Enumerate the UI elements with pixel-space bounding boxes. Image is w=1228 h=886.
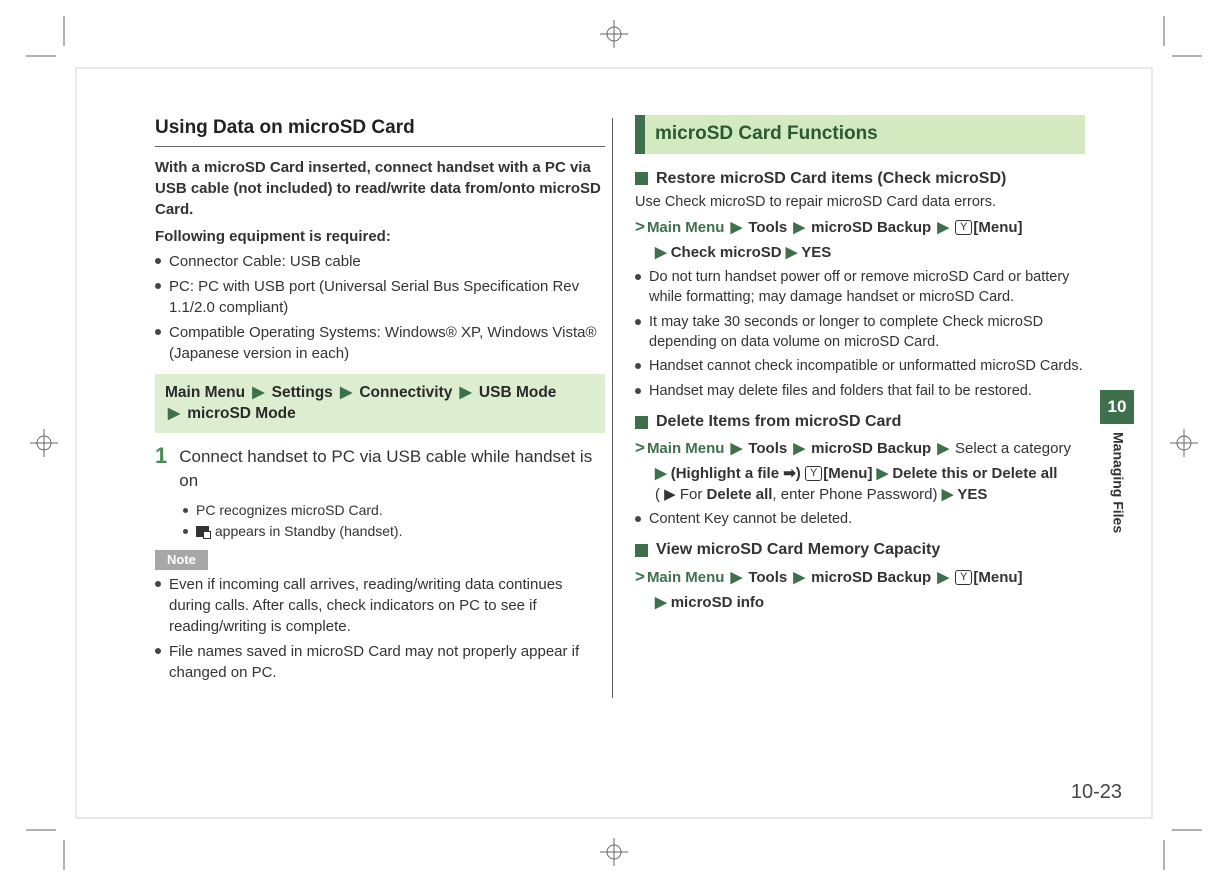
square-bullet-icon bbox=[635, 544, 648, 557]
note-item: File names saved in microSD Card may not… bbox=[169, 641, 605, 683]
equip-item: Connector Cable: USB cable bbox=[169, 251, 361, 272]
softkey-icon: Y bbox=[955, 220, 972, 235]
square-bullet-icon bbox=[635, 172, 648, 185]
list-item: Handset cannot check incompatible or unf… bbox=[649, 356, 1083, 376]
chapter-label: Managing Files bbox=[1100, 424, 1136, 541]
crumb-restore-2: ▶ Check microSD ▶ YES bbox=[655, 242, 1085, 263]
left-title: Using Data on microSD Card bbox=[155, 115, 605, 147]
equip-item: Compatible Operating Systems: Windows® X… bbox=[169, 322, 605, 364]
step-sub: PC recognizes microSD Card. bbox=[196, 501, 383, 521]
square-bullet-icon bbox=[635, 416, 648, 429]
nav-path-box: Main Menu ▶ Settings ▶ Connectivity ▶ US… bbox=[155, 374, 605, 433]
side-tab: 10 Managing Files bbox=[1100, 390, 1134, 541]
arrow-icon: ▶ bbox=[249, 384, 267, 401]
left-column: Using Data on microSD Card With a microS… bbox=[155, 115, 605, 805]
desc-restore: Use Check microSD to repair microSD Card… bbox=[635, 192, 1085, 212]
nav-item: Main Menu bbox=[165, 384, 245, 401]
column-divider bbox=[612, 118, 613, 698]
nav-item: Settings bbox=[272, 384, 333, 401]
sd-icon bbox=[196, 526, 209, 537]
subhead-restore: Restore microSD Card items (Check microS… bbox=[635, 168, 1085, 190]
restore-bullets: Do not turn handset power off or remove … bbox=[635, 267, 1085, 401]
subhead-view: View microSD Card Memory Capacity bbox=[635, 539, 1085, 561]
nav-item: microSD Mode bbox=[187, 405, 296, 422]
right-column: microSD Card Functions Restore microSD C… bbox=[625, 115, 1085, 805]
arrow-icon: ▶ bbox=[165, 405, 183, 422]
list-item: Do not turn handset power off or remove … bbox=[649, 267, 1085, 308]
page-number: 10-23 bbox=[1071, 778, 1122, 806]
section-banner: microSD Card Functions bbox=[635, 115, 1085, 154]
softkey-icon: Y bbox=[805, 466, 822, 481]
intro-2: Following equipment is required: bbox=[155, 226, 605, 247]
arrow-icon: ▶ bbox=[337, 384, 355, 401]
equipment-list: Connector Cable: USB cable PC: PC with U… bbox=[155, 251, 605, 364]
chapter-number: 10 bbox=[1100, 390, 1134, 424]
crumb-delete-2: ▶ (Highlight a file ➡) Y[Menu] ▶ Delete … bbox=[655, 463, 1085, 484]
nav-item: USB Mode bbox=[479, 384, 557, 401]
arrow-icon: ▶ bbox=[457, 384, 475, 401]
equip-item: PC: PC with USB port (Universal Serial B… bbox=[169, 276, 605, 318]
intro-1: With a microSD Card inserted, connect ha… bbox=[155, 157, 605, 220]
list-item: It may take 30 seconds or longer to comp… bbox=[649, 312, 1085, 353]
list-item: Handset may delete files and folders tha… bbox=[649, 381, 1032, 401]
softkey-icon: Y bbox=[955, 570, 972, 585]
note-label: Note bbox=[155, 550, 208, 570]
step-number: 1 bbox=[155, 445, 167, 493]
note-list: Even if incoming call arrives, reading/w… bbox=[155, 574, 605, 683]
crumb-restore-1: >Main Menu ▶ Tools ▶ microSD Backup ▶ Y[… bbox=[635, 215, 1085, 239]
crumb-delete-3: ( ▶ For Delete all, enter Phone Password… bbox=[655, 484, 1085, 505]
crumb-view-1: >Main Menu ▶ Tools ▶ microSD Backup ▶ Y[… bbox=[635, 565, 1085, 589]
step-1: 1 Connect handset to PC via USB cable wh… bbox=[155, 445, 605, 493]
nav-item: Connectivity bbox=[359, 384, 452, 401]
note-item: Even if incoming call arrives, reading/w… bbox=[169, 574, 605, 637]
step-text: Connect handset to PC via USB cable whil… bbox=[179, 445, 605, 493]
delete-bullets: Content Key cannot be deleted. bbox=[635, 509, 1085, 529]
subhead-delete: Delete Items from microSD Card bbox=[635, 411, 1085, 433]
crumb-delete-1: >Main Menu ▶ Tools ▶ microSD Backup ▶ Se… bbox=[635, 436, 1085, 460]
step-1-notes: PC recognizes microSD Card. appears in S… bbox=[183, 501, 605, 542]
list-item: Content Key cannot be deleted. bbox=[649, 509, 852, 529]
crumb-view-2: ▶ microSD info bbox=[655, 592, 1085, 613]
step-sub: appears in Standby (handset). bbox=[196, 522, 402, 542]
